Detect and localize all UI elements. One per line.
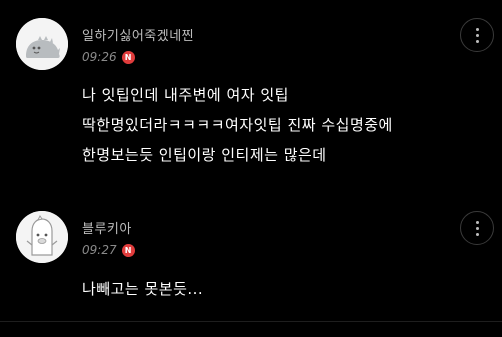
avatar[interactable]: [16, 18, 68, 70]
more-vertical-icon: [475, 27, 479, 31]
comment-line: 한명보는듯 인팁이랑 인티제는 많은데: [82, 146, 327, 164]
comment-time: 09:26 N: [82, 50, 135, 64]
divider: [0, 321, 502, 322]
dinosaur-avatar-icon: [16, 18, 68, 70]
more-vertical-icon-dot: [475, 232, 479, 236]
more-vertical-icon-dot: [475, 226, 479, 230]
comment-time-text: 09:27: [82, 243, 117, 257]
more-options-button[interactable]: [460, 211, 494, 245]
new-badge-icon: N: [121, 243, 135, 257]
comment-time-text: 09:26: [82, 50, 117, 64]
new-badge-icon: N: [121, 50, 135, 64]
comment-line: 딱한명있더라ㅋㅋㅋㅋ여자잇팁 진짜 수십명중에: [82, 116, 393, 134]
comment-nickname[interactable]: 블루키아: [82, 218, 132, 237]
more-vertical-icon-dot: [475, 39, 479, 43]
comment-body: 나 잇팁인데 내주변에 여자 잇팁 딱한명있더라ㅋㅋㅋㅋ여자잇팁 진짜 수십명중…: [82, 80, 492, 170]
comment-body: 나빼고는 못본듯...: [82, 274, 492, 304]
comment-line: 나 잇팁인데 내주변에 여자 잇팁: [82, 86, 289, 104]
avatar[interactable]: [16, 211, 68, 263]
more-vertical-icon-dot: [475, 33, 479, 37]
more-vertical-icon: [475, 220, 479, 224]
ghost-avatar-icon: [16, 211, 68, 263]
comment-time: 09:27 N: [82, 243, 135, 257]
more-options-button[interactable]: [460, 18, 494, 52]
comment-nickname[interactable]: 일하기싫어죽겠네찐: [82, 25, 194, 44]
comment-line: 나빼고는 못본듯...: [82, 280, 204, 298]
